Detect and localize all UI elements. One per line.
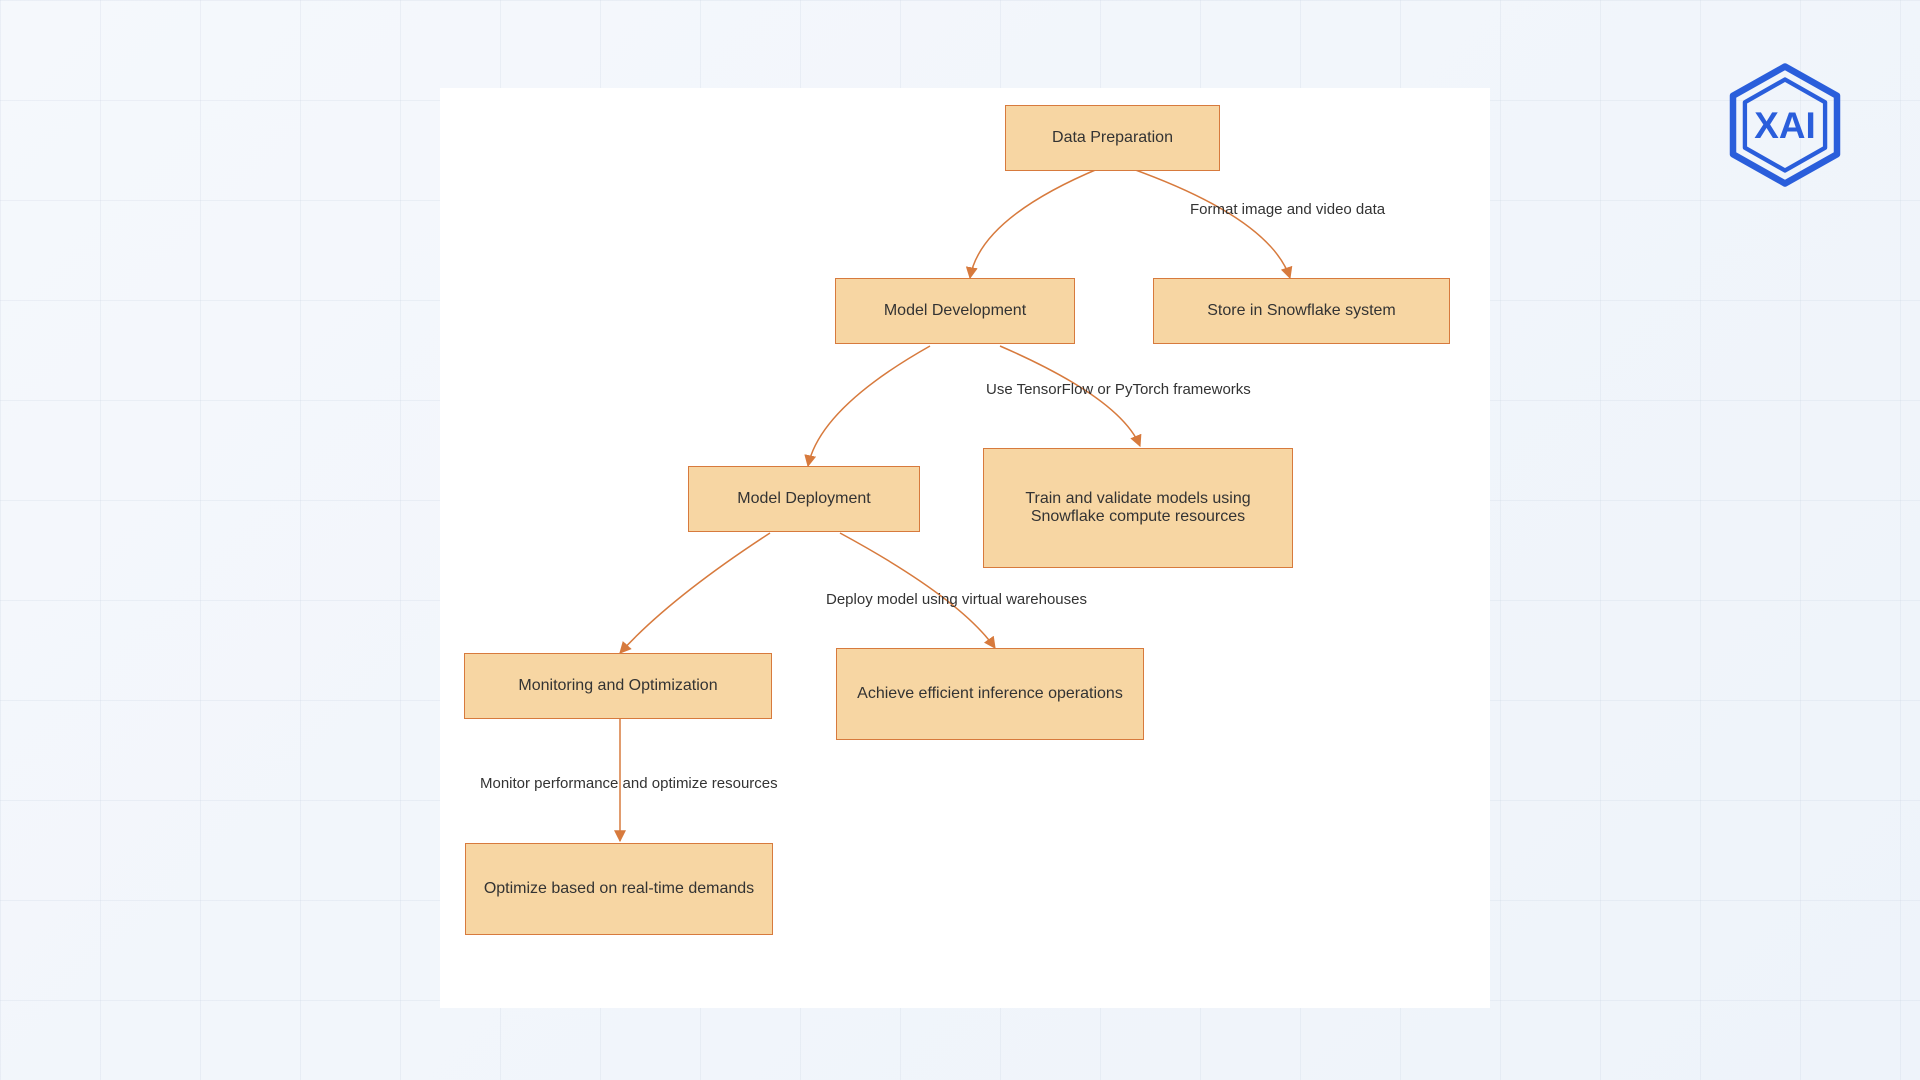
edge-label-format-data: Format image and video data (1190, 201, 1385, 218)
node-label: Model Development (884, 302, 1026, 320)
node-train-validate[interactable]: Train and validate models using Snowflak… (983, 448, 1293, 568)
xai-logo: XAI (1720, 60, 1850, 190)
hexagon-icon: XAI (1720, 60, 1850, 190)
node-monitoring-optimization[interactable]: Monitoring and Optimization (464, 653, 772, 719)
node-label: Monitoring and Optimization (518, 677, 717, 695)
node-label: Store in Snowflake system (1207, 302, 1396, 320)
diagram-canvas: Data Preparation Model Development Store… (440, 88, 1490, 1008)
node-data-preparation[interactable]: Data Preparation (1005, 105, 1220, 171)
edge-label-frameworks: Use TensorFlow or PyTorch frameworks (986, 381, 1251, 398)
node-label: Optimize based on real-time demands (484, 880, 754, 898)
node-inference-operations[interactable]: Achieve efficient inference operations (836, 648, 1144, 740)
logo-text: XAI (1754, 105, 1815, 146)
node-model-deployment[interactable]: Model Deployment (688, 466, 920, 532)
node-label: Achieve efficient inference operations (857, 685, 1123, 703)
edge-label-deploy: Deploy model using virtual warehouses (826, 591, 1087, 608)
node-label: Data Preparation (1052, 129, 1173, 147)
node-optimize-realtime[interactable]: Optimize based on real-time demands (465, 843, 773, 935)
node-label: Model Deployment (737, 490, 870, 508)
edge-label-monitor: Monitor performance and optimize resourc… (480, 775, 778, 792)
node-store-snowflake[interactable]: Store in Snowflake system (1153, 278, 1450, 344)
node-model-development[interactable]: Model Development (835, 278, 1075, 344)
node-label: Train and validate models using Snowflak… (998, 490, 1278, 526)
